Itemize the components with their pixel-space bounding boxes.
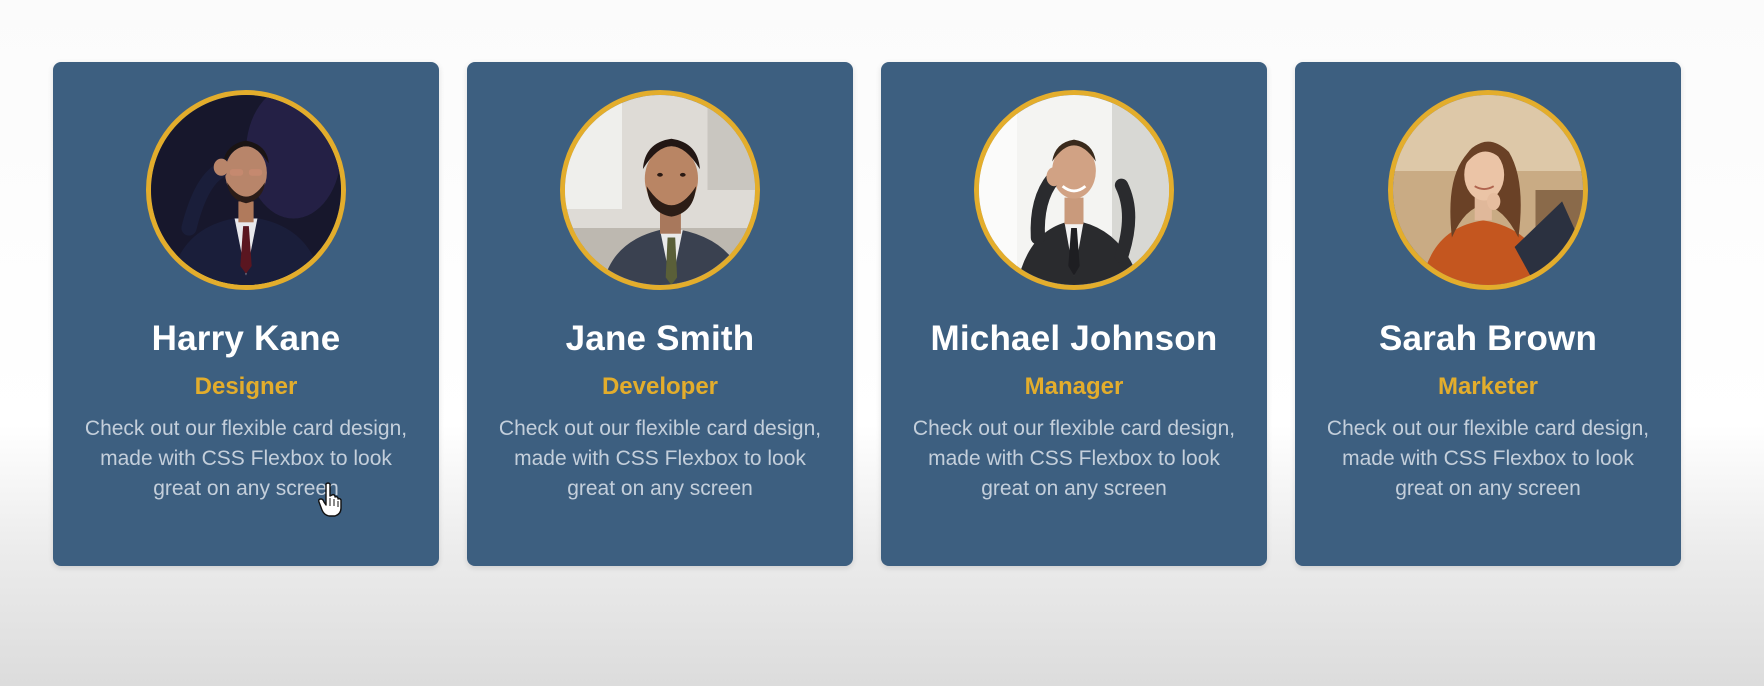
profile-card: Sarah Brown Marketer Check out our flexi… <box>1295 62 1681 566</box>
profile-description: Check out our flexible card design, made… <box>84 417 408 500</box>
profile-role: Designer <box>194 373 298 400</box>
profile-card-list: Harry Kane Designer Check out our flexib… <box>53 62 1681 566</box>
profile-photo <box>146 90 346 290</box>
profile-role: Marketer <box>1437 373 1539 400</box>
profile-card: Michael Johnson Manager Check out our fl… <box>881 62 1267 566</box>
profile-description: Check out our flexible card design, made… <box>1326 417 1650 500</box>
profile-name: Harry Kane <box>151 319 341 358</box>
profile-photo <box>1388 90 1588 290</box>
profile-role: Developer <box>601 373 719 400</box>
man-on-phone-photo <box>979 95 1169 285</box>
profile-role: Manager <box>1024 373 1124 400</box>
profile-description: Check out our flexible card design, made… <box>912 417 1236 500</box>
profile-card: Jane Smith Developer Check out our flexi… <box>467 62 853 566</box>
profile-photo <box>974 90 1174 290</box>
profile-description: Check out our flexible card design, made… <box>498 417 822 500</box>
profile-name: Michael Johnson <box>930 319 1218 358</box>
man-sunglasses-photo <box>151 95 341 285</box>
profile-name: Sarah Brown <box>1378 319 1598 358</box>
profile-card: Harry Kane Designer Check out our flexib… <box>53 62 439 566</box>
hand-pointer-icon <box>318 482 344 518</box>
woman-with-laptop-photo <box>1393 95 1583 285</box>
profile-name: Jane Smith <box>565 319 755 358</box>
profile-photo <box>560 90 760 290</box>
bearded-man-photo <box>565 95 755 285</box>
